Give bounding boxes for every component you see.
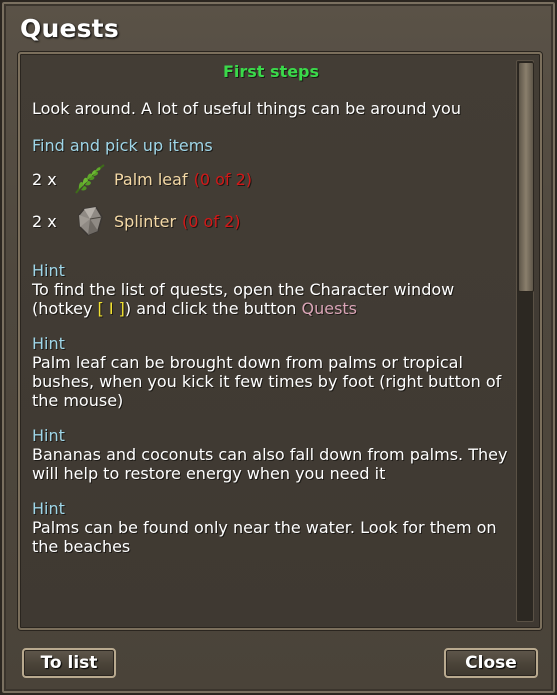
hint-title: Hint <box>32 334 65 353</box>
objective-title: Find and pick up items <box>32 136 213 155</box>
hint-block: Hint To find the list of quests, open th… <box>32 261 510 318</box>
requirement-progress: (0 of 2) <box>193 169 253 189</box>
requirement-progress: (0 of 2) <box>182 211 241 231</box>
hint-title: Hint <box>32 426 65 445</box>
hint-title: Hint <box>32 261 65 280</box>
quest-name: First steps <box>222 62 320 81</box>
splinter-icon[interactable] <box>72 203 108 239</box>
requirement-count: 2 x <box>32 169 57 189</box>
palm-leaf-icon[interactable] <box>72 161 108 197</box>
scrollbar-thumb[interactable] <box>518 62 534 292</box>
hint-text: Bananas and coconuts can also fall down … <box>32 445 508 483</box>
quest-details: First steps Look around. A lot of useful… <box>32 62 510 556</box>
requirement-count: 2 x <box>32 211 57 231</box>
requirement-name: Splinter <box>114 211 177 231</box>
requirement-row: 2 x Splinter (0 of 2) <box>32 203 510 239</box>
requirement-name: Palm leaf <box>114 169 188 189</box>
quest-content-panel: First steps Look around. A lot of useful… <box>18 52 542 630</box>
quests-link[interactable]: Quests <box>301 299 357 318</box>
close-button[interactable]: Close <box>444 648 538 678</box>
window-title: Quests <box>20 14 119 43</box>
hint-text: Palms can be found only near the water. … <box>32 518 497 556</box>
hint-block: Hint Palm leaf can be brought down from … <box>32 334 510 410</box>
vertical-scrollbar[interactable] <box>516 60 534 622</box>
hint-text: Palm leaf can be brought down from palms… <box>32 353 502 410</box>
quests-window: Quests First steps Look around. A lot of… <box>0 0 557 695</box>
hint-text-part: ) and click the button <box>124 299 302 318</box>
hint-text: To find the list of quests, open the Cha… <box>32 280 510 318</box>
to-list-button[interactable]: To list <box>22 648 116 678</box>
hotkey-label: [ I ] <box>97 299 125 318</box>
hint-block: Hint Palms can be found only near the wa… <box>32 499 510 556</box>
quest-description: Look around. A lot of useful things can … <box>32 99 461 118</box>
hint-block: Hint Bananas and coconuts can also fall … <box>32 426 510 483</box>
requirement-row: 2 x Palm leaf (0 of 2) <box>32 161 510 197</box>
hint-title: Hint <box>32 499 65 518</box>
